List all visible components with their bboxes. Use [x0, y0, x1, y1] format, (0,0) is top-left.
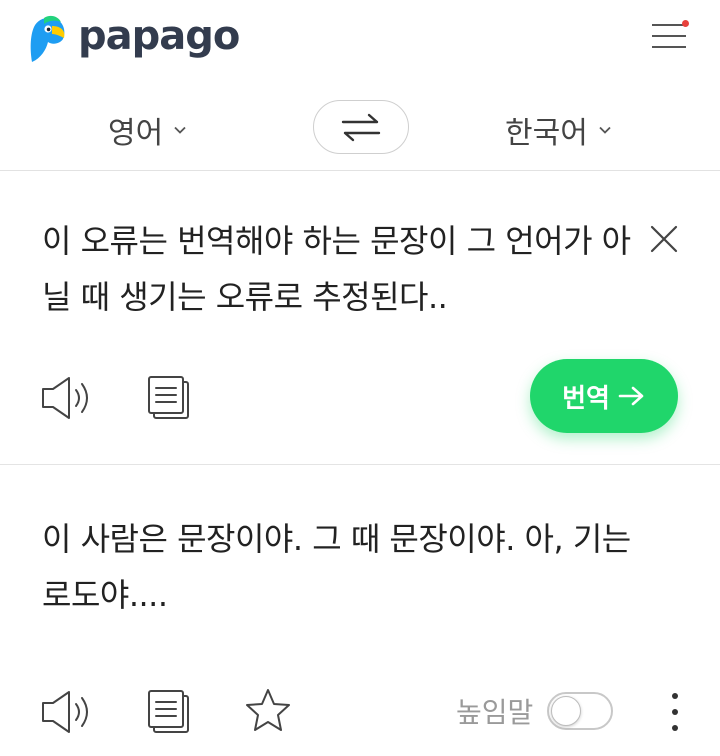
- source-speaker-button[interactable]: [40, 375, 94, 425]
- source-language-label: 영어: [108, 116, 164, 151]
- notification-dot: [682, 20, 689, 27]
- speaker-icon: [42, 691, 88, 733]
- language-bar: 영어 한국어: [0, 90, 720, 171]
- close-icon: [650, 225, 678, 253]
- result-copy-button[interactable]: [146, 689, 192, 739]
- hamburger-menu-icon: [652, 24, 686, 26]
- swap-arrows-icon: [341, 113, 381, 142]
- arrow-right-icon: [618, 386, 644, 406]
- chevron-down-icon: [174, 126, 186, 134]
- source-copy-button[interactable]: [146, 375, 192, 425]
- result-panel: 이 사람은 문장이야. 그 때 문장이야. 아, 기는 로도야.... 높임말: [0, 465, 720, 756]
- app-name: papago: [78, 13, 240, 59]
- target-language-label: 한국어: [505, 116, 588, 151]
- target-language-selector[interactable]: 한국어: [505, 108, 612, 152]
- copy-icon: [148, 376, 189, 419]
- source-text-input[interactable]: 이 오류는 번역해야 하는 문장이 그 언어가 아닐 때 생기는 오류로 추정된…: [42, 213, 632, 325]
- more-dot: [672, 709, 678, 715]
- menu-button[interactable]: [648, 18, 692, 52]
- papago-parrot-icon: [30, 15, 65, 62]
- translate-button-label: 번역: [562, 383, 610, 414]
- source-language-selector[interactable]: 영어: [108, 108, 187, 152]
- papago-logo[interactable]: papago: [26, 13, 240, 64]
- toggle-knob: [551, 696, 582, 726]
- result-speaker-button[interactable]: [40, 689, 94, 739]
- favorite-button[interactable]: [244, 687, 292, 739]
- chevron-down-icon: [599, 126, 611, 134]
- source-panel: 이 오류는 번역해야 하는 문장이 그 언어가 아닐 때 생기는 오류로 추정된…: [0, 171, 720, 465]
- app-header: papago: [0, 0, 720, 80]
- swap-languages-button[interactable]: [313, 100, 409, 154]
- hamburger-bar: [652, 35, 686, 37]
- star-icon: [246, 689, 290, 731]
- more-dot: [672, 725, 678, 731]
- copy-icon: [148, 690, 189, 733]
- translate-button[interactable]: 번역: [530, 359, 678, 433]
- speaker-icon: [42, 377, 88, 419]
- clear-text-button[interactable]: [648, 223, 680, 255]
- honorific-toggle-group: 높임말: [456, 691, 614, 731]
- honorific-toggle[interactable]: [547, 692, 614, 730]
- honorific-label: 높임말: [456, 696, 534, 729]
- more-vertical-icon: [672, 693, 678, 699]
- translation-result-text: 이 사람은 문장이야. 그 때 문장이야. 아, 기는 로도야....: [42, 520, 631, 614]
- hamburger-bar: [652, 46, 686, 48]
- more-options-button[interactable]: [664, 689, 686, 735]
